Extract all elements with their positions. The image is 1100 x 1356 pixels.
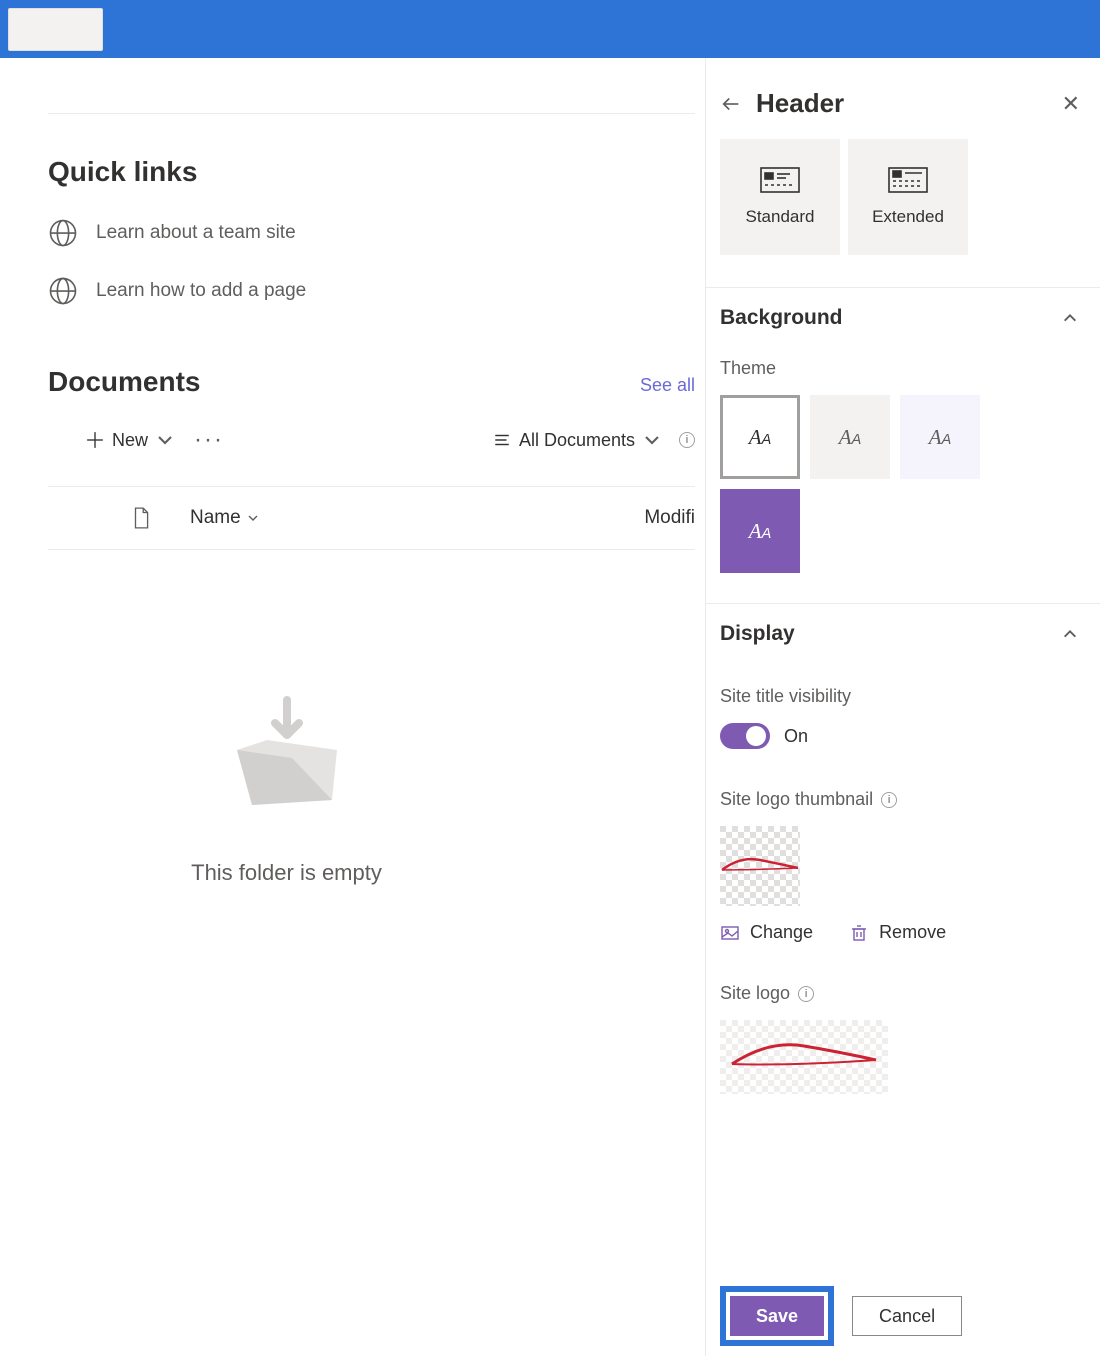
info-icon[interactable]: i [679,432,695,448]
panel-title: Header [756,88,844,119]
theme-option-3[interactable]: AA [900,395,980,479]
site-logo-thumbnail-label: Site logo thumbnail i [720,789,1086,810]
divider [48,113,695,114]
theme-label: Theme [720,358,1086,379]
remove-logo-button[interactable]: Remove [849,922,946,943]
quick-link-label: Learn about a team site [96,222,296,244]
info-icon[interactable]: i [881,792,897,808]
empty-state: This folder is empty [0,680,695,886]
quick-link-label: Learn how to add a page [96,280,306,302]
quick-link-item[interactable]: Learn how to add a page [48,276,695,306]
display-section-header[interactable]: Display [706,603,1100,664]
empty-folder-icon [207,680,367,820]
view-label: All Documents [519,430,635,451]
image-icon [720,923,740,943]
plus-icon [86,431,104,449]
top-bar [0,0,1100,58]
extended-layout-icon [888,167,928,193]
trash-icon [849,923,869,943]
site-logo-label: Site logo i [720,983,1086,1004]
quick-link-item[interactable]: Learn about a team site [48,218,695,248]
documents-toolbar: New ··· All Documents i [48,426,695,474]
search-input[interactable] [8,8,103,51]
theme-option-1[interactable]: AA [720,395,800,479]
theme-option-2[interactable]: AA [810,395,890,479]
documents-title: Documents [48,366,200,398]
save-highlight: Save [720,1286,834,1346]
list-icon [493,431,511,449]
panel-footer: Save Cancel [706,1278,1100,1356]
chevron-down-icon [247,512,259,524]
close-button[interactable]: ✕ [1062,91,1080,117]
globe-icon [48,218,78,248]
layout-extended[interactable]: Extended [848,139,968,255]
page-content: Quick links Learn about a team site Lear… [0,58,705,1356]
column-name[interactable]: Name [190,507,259,529]
standard-layout-icon [760,167,800,193]
cancel-button[interactable]: Cancel [852,1296,962,1336]
see-all-link[interactable]: See all [640,375,695,396]
theme-option-4[interactable]: AA [720,489,800,573]
documents-section: Documents See all New ··· All Documents [48,366,695,886]
layout-standard[interactable]: Standard [720,139,840,255]
site-logo-preview [720,1020,888,1094]
table-header: Name Modifi [48,486,695,550]
info-icon[interactable]: i [798,986,814,1002]
chevron-up-icon [1062,310,1078,326]
logo-thumbnail-preview [720,826,800,906]
background-section-body: Theme AA AA AA AA [706,348,1100,603]
globe-icon [48,276,78,306]
toggle-state-label: On [784,726,808,747]
back-button[interactable] [720,93,742,115]
logo-image [720,856,800,874]
new-label: New [112,430,148,451]
header-settings-panel: Header ✕ Standard Extended Background Th… [705,58,1100,1356]
layout-options: Standard Extended [706,139,1100,287]
logo-image [728,1040,880,1070]
quick-links-section: Quick links Learn about a team site Lear… [48,156,695,306]
file-icon [132,507,150,529]
change-logo-button[interactable]: Change [720,922,813,943]
chevron-down-icon [643,431,661,449]
chevron-down-icon [156,431,174,449]
view-selector[interactable]: All Documents [493,430,661,451]
quick-links-title: Quick links [48,156,695,188]
chevron-up-icon [1062,626,1078,642]
site-title-visibility-label: Site title visibility [720,686,1086,707]
column-modified[interactable]: Modifi [644,507,695,529]
display-section-body: Site title visibility On Site logo thumb… [706,664,1100,1116]
background-section-header[interactable]: Background [706,287,1100,348]
new-button[interactable]: New [86,430,174,451]
empty-text: This folder is empty [191,860,382,886]
site-title-toggle[interactable] [720,723,770,749]
more-actions-button[interactable]: ··· [194,426,224,454]
save-button[interactable]: Save [730,1296,824,1336]
